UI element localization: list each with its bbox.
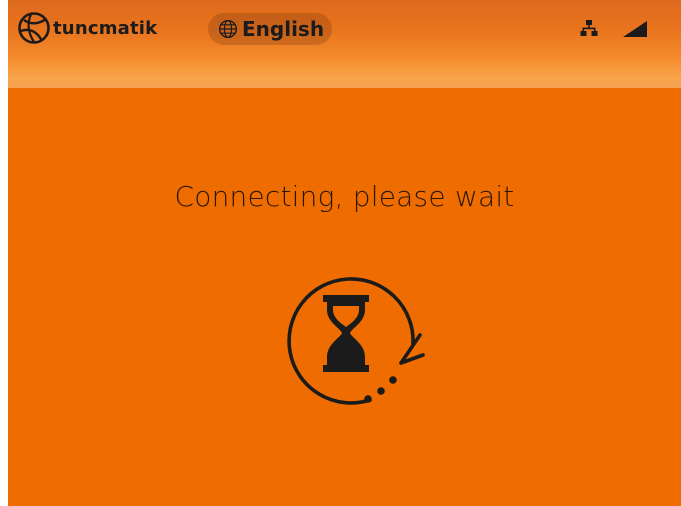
globe-icon: [218, 19, 238, 39]
tuncmatik-logo-icon: [18, 12, 50, 44]
brand-name: tuncmatik: [53, 17, 158, 39]
connecting-message: Connecting, please wait: [174, 180, 515, 213]
language-label: English: [242, 17, 325, 41]
network-icon: [580, 20, 598, 36]
language-selector-button[interactable]: English: [208, 13, 333, 45]
signal-strength-icon: [623, 21, 647, 37]
hourglass-loading-icon: [287, 277, 425, 405]
app-screen: tuncmatik English Connecting, please wai…: [8, 0, 681, 506]
brand-logo: tuncmatik: [17, 10, 157, 46]
top-bar: tuncmatik English: [8, 0, 681, 88]
